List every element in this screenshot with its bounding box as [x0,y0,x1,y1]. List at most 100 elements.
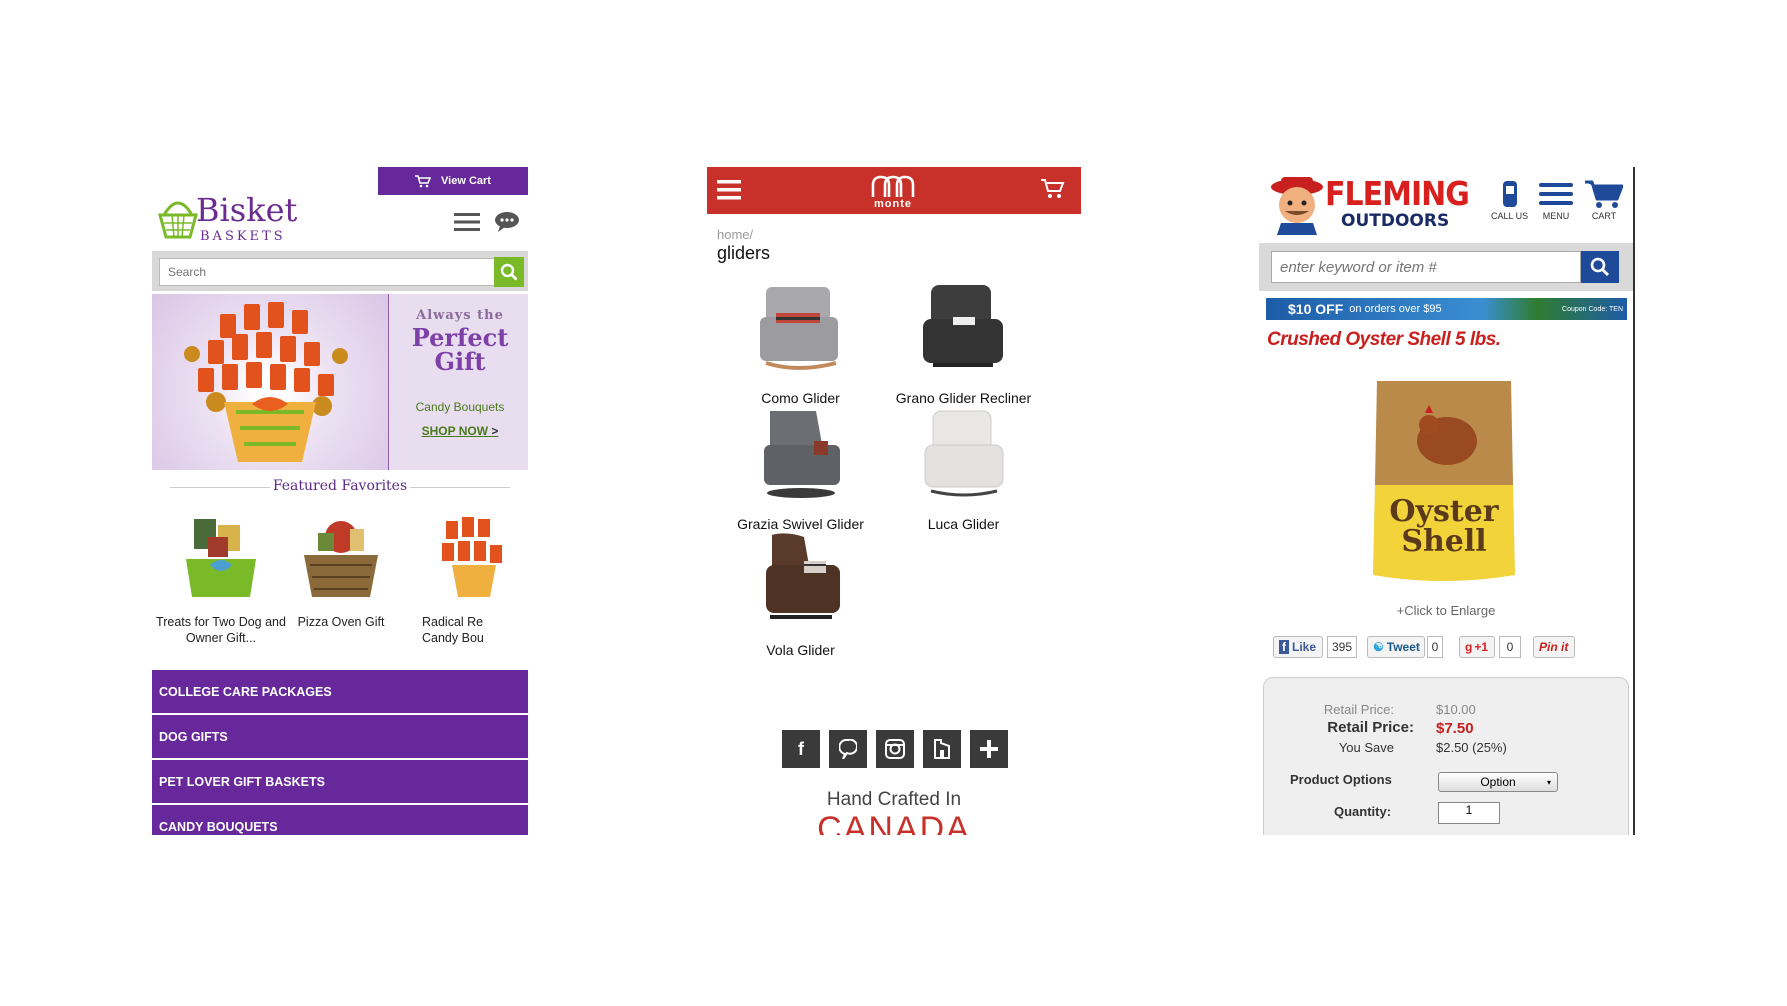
cart-button[interactable]: CART [1585,179,1624,221]
social-links: f [782,730,1008,768]
you-save-value: $2.50 (25%) [1436,740,1507,755]
product-options-value: Option [1480,775,1516,789]
menu-icon [1539,183,1573,205]
monte-screen: monte home/ gliders Como Glider Grano Gl… [707,167,1081,835]
promo-amount: $10 OFF [1288,301,1344,317]
crafted-in-label: Hand Crafted In [826,789,962,810]
category-list: COLLEGE CARE PACKAGES DOG GIFTS PET LOVE… [152,670,528,835]
menu-button[interactable]: MENU [1539,179,1573,221]
cart-icon [1585,180,1624,208]
tweet-button[interactable]: ☯ Tweet [1367,636,1425,658]
category-pet-lover-gift-baskets[interactable]: PET LOVER GIFT BASKETS [152,760,528,803]
click-to-enlarge-link[interactable]: +Click to Enlarge [1259,603,1633,618]
chair-image [759,287,838,370]
like-label: Like [1292,640,1317,654]
hamburger-menu-icon[interactable] [717,179,741,201]
category-candy-bouquets[interactable]: CANDY BOUQUETS [152,805,528,835]
product-name: Grazia Swivel Glider [737,516,864,532]
product-card-vola-glider[interactable]: Vola Glider [707,531,894,658]
hero-headline: Perfect Gift [411,323,509,376]
hero-tagline: Always the [416,308,504,323]
search-button[interactable] [494,257,524,287]
google-plus-button[interactable]: g +1 [1459,636,1495,658]
featured-products: Treats for Two Dog and Owner Gift... Piz… [152,515,528,645]
search-icon [500,263,518,281]
product-name: Pizza Oven Gift [297,615,385,629]
hero-divider [388,294,389,470]
product-name: Luca Glider [927,516,1000,532]
search-button[interactable] [1581,251,1619,283]
product-options-select[interactable]: Option ▾ [1438,772,1558,792]
search-input[interactable] [1271,251,1581,283]
header-icons [454,211,520,233]
retail-price-label: Retail Price: [1323,702,1394,717]
hero-shop-now-link[interactable]: SHOP NOW > [392,424,528,438]
candy-bouquet-image [152,294,388,470]
call-us-button[interactable]: CALL US [1491,179,1528,221]
promo-code: Coupon Code: TEN [1562,305,1623,313]
chevron-down-icon: ▾ [1546,777,1551,787]
product-card-grano-glider-recliner[interactable]: Grano Glider Recliner [870,279,1057,406]
product-card[interactable]: Radical Re Candy Bou [416,515,528,646]
fleming-outdoors-screen: FLEMING OUTDOORS CALL US MENU CART $10 O… [1259,167,1635,835]
retail-price-value: $10.00 [1436,702,1476,717]
chair-image [924,410,1003,497]
plus-icon[interactable] [970,730,1008,768]
product-card-grazia-swivel-glider[interactable]: Grazia Swivel Glider [707,405,894,532]
hero-subtitle: Candy Bouquets [415,400,505,414]
product-title: Crushed Oyster Shell 5 lbs. [1267,329,1501,350]
category-college-care-packages[interactable]: COLLEGE CARE PACKAGES [152,670,528,713]
quantity-input[interactable]: 1 [1438,802,1500,824]
search-bar [152,251,528,291]
country-label: CANADA [817,810,971,835]
pin-it-button[interactable]: Pin it [1533,636,1575,658]
tweet-count: 0 [1427,636,1443,658]
promo-banner[interactable]: $10 OFF on orders over $95 Coupon Code: … [1266,298,1627,320]
view-cart-label: View Cart [441,175,491,187]
quantity-label: Quantity: [1334,804,1392,819]
product-card-luca-glider[interactable]: Luca Glider [870,405,1057,532]
bag-text-shell: Shell [1401,524,1487,559]
facebook-like-button[interactable]: f Like [1273,636,1323,658]
category-dog-gifts[interactable]: DOG GIFTS [152,715,528,758]
sale-price-label: Retail Price: [1327,719,1414,736]
plus-count: 0 [1499,636,1521,658]
chat-icon[interactable] [494,211,520,233]
chair-image [763,411,840,498]
featured-favorites-label: Featured Favorites [272,478,408,494]
product-image [442,517,502,597]
instagram-icon[interactable] [876,730,914,768]
breadcrumb[interactable]: home/ [717,227,753,242]
chair-image [765,533,840,619]
bag-label: Oyster Shell [1369,497,1519,557]
pinterest-icon[interactable] [829,730,867,768]
product-card[interactable]: Treats for Two Dog and Owner Gift... [156,515,286,646]
logo-text-baskets: BASKETS [200,229,286,244]
product-name: Como Glider [761,390,840,406]
bisket-baskets-screen: View Cart Bisket BASKETS Search Always t… [152,167,528,835]
product-name: Grano Glider Recliner [895,390,1032,406]
hamburger-menu-icon[interactable] [454,212,480,232]
tweet-label: Tweet [1386,640,1420,654]
price-box: Retail Price: $10.00 Retail Price: $7.50… [1263,677,1629,835]
promo-text: on orders over $95 [1349,303,1442,315]
cart-icon[interactable] [1041,178,1065,200]
farmer-mascot-icon[interactable] [1267,173,1327,235]
bisket-logo[interactable]: Bisket BASKETS [158,187,298,247]
search-icon [1590,257,1610,277]
hero-banner[interactable]: Always the Perfect Gift Candy Bouquets S… [152,294,528,470]
sale-price-value: $7.50 [1436,720,1474,737]
google-plus-icon: g [1465,640,1473,654]
search-input[interactable] [159,258,495,286]
logo-text-outdoors: OUTDOORS [1341,211,1450,231]
product-name: Treats for Two Dog and Owner Gift... [156,615,286,645]
houzz-icon[interactable] [923,730,961,768]
view-cart-button[interactable]: View Cart [378,167,528,195]
product-card[interactable]: Pizza Oven Gift [276,515,406,630]
chair-image [922,285,1003,367]
facebook-icon[interactable]: f [782,730,820,768]
product-name: Radical Re Candy Bou [422,615,484,645]
product-card-como-glider[interactable]: Como Glider [707,279,894,406]
monte-logo[interactable]: monte [867,175,919,210]
basket-logo-icon [158,201,198,239]
